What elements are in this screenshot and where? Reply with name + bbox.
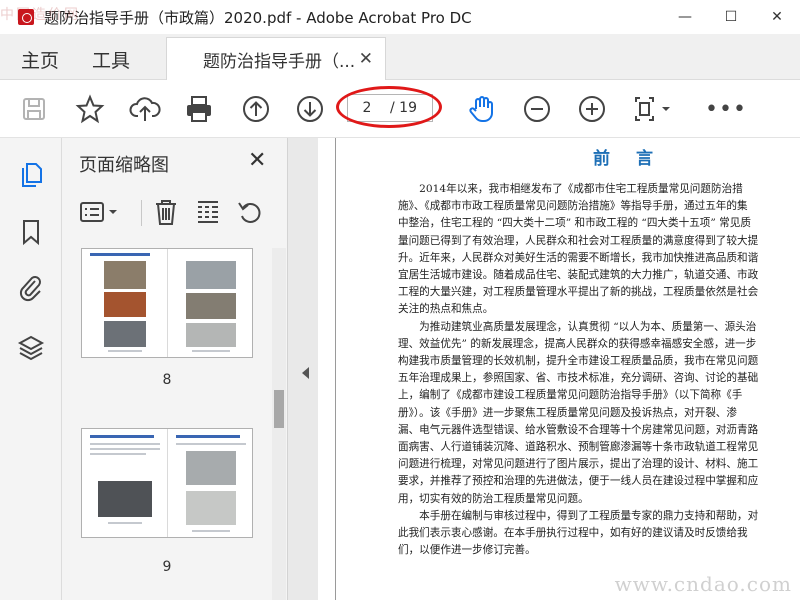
toolbar-divider bbox=[141, 200, 142, 226]
zoom-out-icon[interactable] bbox=[521, 93, 553, 125]
doc-line: 用，切实有效的防治工程质量常见问题。 bbox=[398, 492, 589, 505]
doc-line: 册》）。该《手册》进一步聚焦工程质量常见问题及投诉热点，对开裂、渗 bbox=[398, 406, 737, 419]
acrobat-app-icon bbox=[18, 9, 34, 25]
more-tools-icon[interactable]: ••• bbox=[705, 97, 747, 122]
menu-tools[interactable]: 工具 bbox=[92, 46, 130, 73]
page-thumbnails-panel: 页面缩略图 ✕ 8 9 bbox=[62, 138, 288, 600]
doc-line: 要求，并推荐了预控和治理的先进做法，便于一线人员在建设过程中掌握和应 bbox=[398, 475, 759, 488]
page-thumbnails-icon[interactable] bbox=[15, 158, 47, 190]
thumbnail-options-icon[interactable] bbox=[78, 196, 122, 228]
close-window-button[interactable]: ✕ bbox=[754, 0, 800, 34]
next-page-icon[interactable] bbox=[294, 93, 326, 125]
thumbnail-label-9: 9 bbox=[162, 559, 172, 575]
insert-page-icon[interactable] bbox=[192, 196, 224, 228]
doc-line: 施》、《成都市市政工程质量常见问题防治措施》等指导手册，通过五年的集 bbox=[398, 200, 748, 213]
maximize-button[interactable]: ☐ bbox=[708, 0, 754, 34]
scrollbar-thumb[interactable] bbox=[274, 390, 284, 428]
thumbnail-page-8[interactable] bbox=[81, 248, 253, 358]
document-page: 前言 2014年以来，我市相继发布了《成都市住宅工程质量常见问题防治措 施》、《… bbox=[335, 138, 800, 600]
doc-line: 五年治理成果上，参照国家、省、市技术标准，充分调研、咨询、讨论的基础 bbox=[398, 372, 759, 385]
doc-line: 中整治，住宅工程的 “四大类十二项” 和市政工程的 “四大类十五项” 常见质 bbox=[398, 217, 751, 230]
toolbar: 2 / 19 ••• bbox=[0, 80, 800, 138]
zoom-in-icon[interactable] bbox=[576, 93, 608, 125]
doc-line: 们，以便作进一步修订完善。 bbox=[398, 544, 536, 557]
hand-tool-icon[interactable] bbox=[466, 93, 498, 125]
thumbnail-right-page bbox=[168, 429, 253, 537]
layers-icon[interactable] bbox=[15, 332, 47, 364]
doc-line: 宜居生活城市建设。随着成品住宅、装配式建筑的大力推广，轨道交通、市政 bbox=[398, 269, 759, 282]
document-tab-label: 题防治指导手册（... bbox=[203, 51, 356, 72]
minimize-button[interactable]: — bbox=[662, 0, 708, 34]
tab-close-icon[interactable]: ✕ bbox=[359, 49, 373, 69]
print-icon[interactable] bbox=[183, 93, 215, 125]
doc-line: 量问题已得到了有效治理，人民群众和社会对工程质量的满意度得到了较大提 bbox=[398, 234, 759, 247]
panel-close-icon[interactable]: ✕ bbox=[248, 148, 266, 173]
doc-line: 升。近年来，人民群众对美好生活的需要不断增长，我市加快推进高品质和谐 bbox=[398, 251, 759, 264]
watermark-top-left: 中国造价网 bbox=[0, 7, 80, 23]
bookmark-star-icon[interactable] bbox=[74, 93, 106, 125]
cloud-upload-icon[interactable] bbox=[129, 93, 161, 125]
doc-line: 工程的大量兴建，对工程质量管理水平提出了新的挑战，工程质量依然是社会 bbox=[398, 286, 759, 299]
title-bar: 中国造价网 题防治指导手册（市政篇）2020.pdf - Adobe Acrob… bbox=[0, 0, 800, 34]
doc-line: 面病害、人行道铺装沉降、道路积水、预制管廊渗漏等十条市政轨道工程常见 bbox=[398, 441, 759, 454]
previous-page-icon[interactable] bbox=[240, 93, 272, 125]
tab-bar: 主页 工具 题防治指导手册（... ✕ bbox=[0, 34, 800, 80]
rotate-page-icon[interactable] bbox=[234, 196, 266, 228]
panel-title: 页面缩略图 bbox=[79, 155, 169, 176]
menu-home[interactable]: 主页 bbox=[21, 46, 59, 73]
doc-line: 问题进行梳理，对常见问题进行了图片展示，提出了治理的设计、材料、施工 bbox=[398, 458, 759, 471]
thumbnail-scrollbar[interactable] bbox=[272, 248, 286, 600]
thumbnail-page-9[interactable] bbox=[81, 428, 253, 538]
window-title: 题防治指导手册（市政篇）2020.pdf - Adobe Acrobat Pro… bbox=[44, 8, 472, 27]
doc-line: 理、效益优先” 的新发展理念，提高人民群众的获得感幸福感安全感，进一步 bbox=[398, 337, 757, 350]
doc-line: 构建我市质量管理的长效机制，提升全市建设工程质量品质，我市在常见问题 bbox=[398, 355, 759, 368]
document-view: 前言 2014年以来，我市相继发布了《成都市住宅工程质量常见问题防治措 施》、《… bbox=[318, 138, 800, 600]
thumbnail-left-page bbox=[82, 429, 168, 537]
doc-line: 为推动建筑业高质量发展理念，认真贯彻 “以人为本、质量第一、源头治 bbox=[398, 320, 757, 333]
doc-line: 此我们表示衷心感谢。在本手册执行过程中，如有好的建议请及时反馈给我 bbox=[398, 527, 748, 540]
collapse-panel-icon[interactable] bbox=[302, 367, 309, 379]
bookmarks-icon[interactable] bbox=[15, 216, 47, 248]
delete-page-icon[interactable] bbox=[150, 196, 182, 228]
thumbnail-label-8: 8 bbox=[162, 372, 172, 388]
document-tab[interactable]: 题防治指导手册（... ✕ bbox=[166, 37, 386, 80]
doc-line: 2014年以来，我市相继发布了《成都市住宅工程质量常见问题防治措 bbox=[398, 183, 743, 195]
annotation-ellipse bbox=[336, 86, 442, 128]
fit-page-icon[interactable] bbox=[630, 93, 676, 125]
doc-line: 关注的热点和焦点。 bbox=[398, 303, 494, 316]
doc-line: 漏、电气元器件选型错误、给水管敷设不合理等十个房建常见问题，对沥青路 bbox=[398, 423, 759, 436]
document-body: 2014年以来，我市相继发布了《成都市住宅工程质量常见问题防治措 施》、《成都市… bbox=[398, 181, 800, 559]
document-heading: 前言 bbox=[593, 149, 679, 169]
panel-toolbar bbox=[62, 192, 288, 232]
doc-line: 本手册在编制与审核过程中，得到了工程质量专家的鼎力支持和帮助，对 bbox=[398, 509, 759, 522]
window-controls: — ☐ ✕ bbox=[662, 0, 800, 34]
thumbnail-left-page bbox=[82, 249, 168, 357]
watermark-bottom-right: www.cndao.com bbox=[614, 572, 792, 596]
attachments-icon[interactable] bbox=[15, 272, 47, 304]
thumbnail-right-page bbox=[168, 249, 253, 357]
doc-line: 上，编制了《成都市建设工程质量常见问题防治指导手册》（以下简称《手 bbox=[398, 389, 743, 402]
left-navigation-rail bbox=[0, 138, 62, 600]
save-icon[interactable] bbox=[18, 93, 50, 125]
